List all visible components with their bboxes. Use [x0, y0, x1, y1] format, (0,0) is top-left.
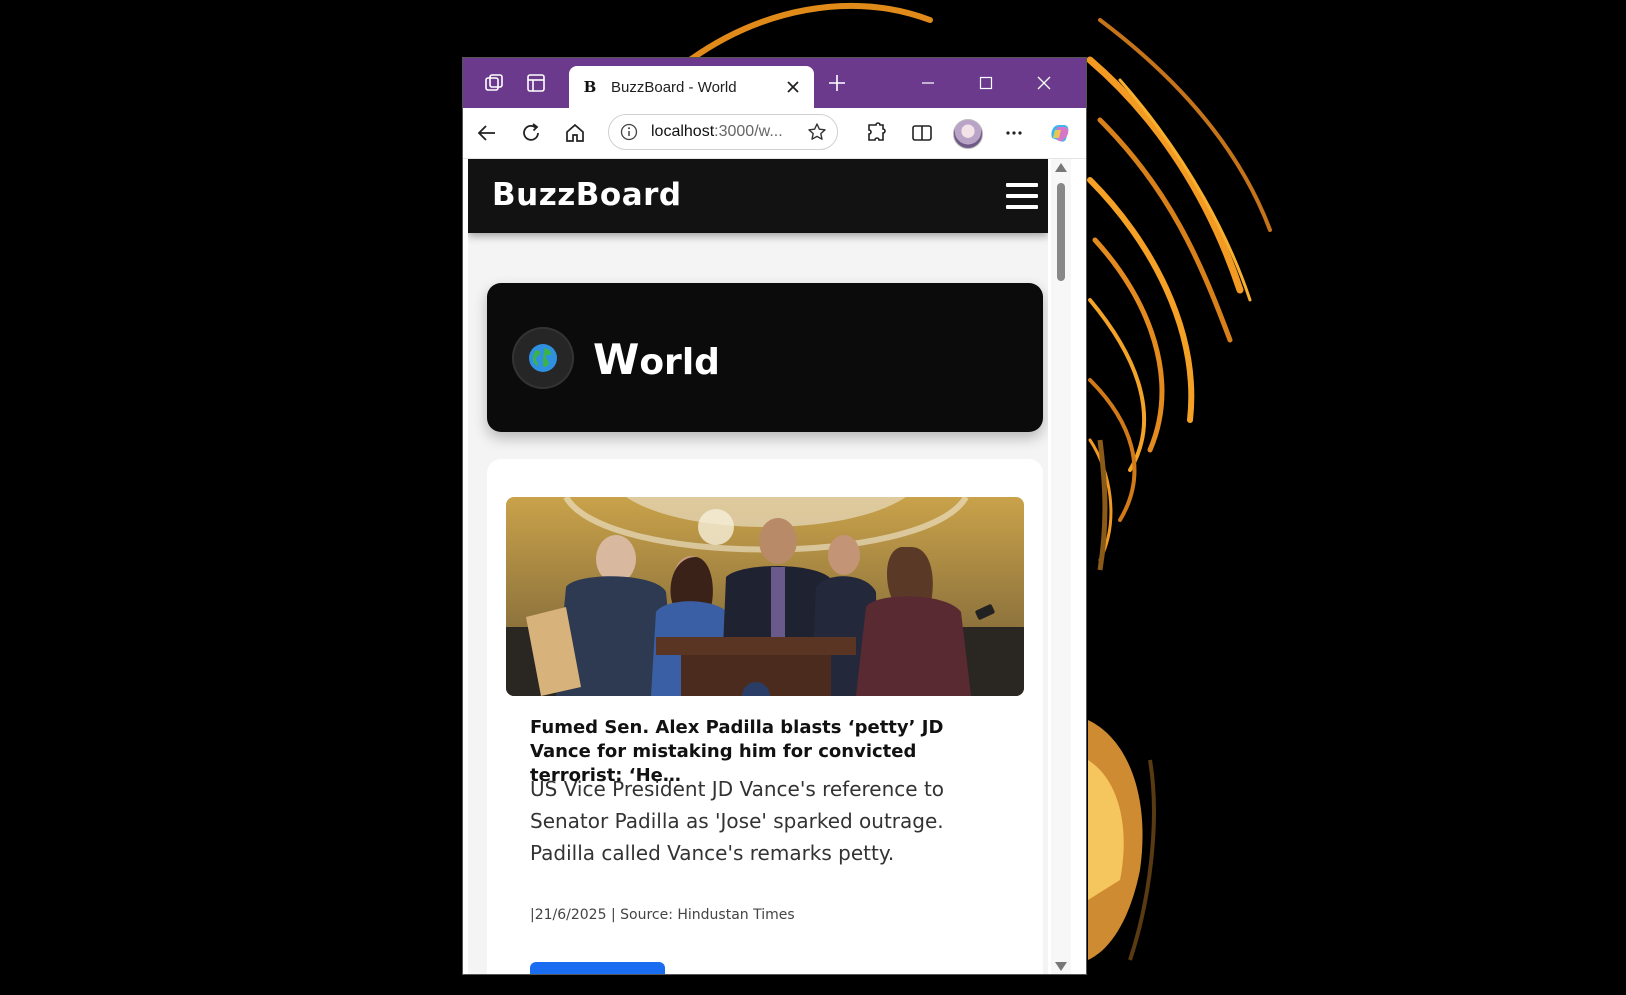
hamburger-menu-icon[interactable] [1006, 181, 1038, 211]
article-description: US Vice President JD Vance's reference t… [530, 777, 945, 865]
tab-active[interactable]: B BuzzBoard - World [569, 66, 814, 108]
scrollbar-thumb[interactable] [1057, 183, 1065, 281]
article-card[interactable]: Fumed Sen. Alex Padilla blasts ‘petty’ J… [487, 459, 1043, 974]
home-icon[interactable] [558, 116, 592, 150]
scroll-down-arrow-icon[interactable] [1055, 962, 1067, 971]
workspaces-icon[interactable] [475, 66, 513, 100]
article-image[interactable] [506, 497, 1024, 696]
article-meta: |21/6/2025 | Source: Hindustan Times [530, 907, 795, 923]
title-bar: B BuzzBoard - World [463, 58, 1086, 108]
section-header-card: World [487, 283, 1043, 432]
extensions-icon[interactable] [859, 116, 893, 150]
site-brand[interactable]: BuzzBoard [492, 177, 682, 213]
copilot-icon[interactable] [1043, 116, 1077, 150]
close-icon[interactable] [782, 76, 804, 98]
url-rest: :3000/w... [714, 123, 783, 140]
favicon: B [583, 78, 597, 96]
refresh-icon[interactable] [514, 116, 548, 150]
site-navbar: BuzzBoard [468, 159, 1048, 233]
browser-window: B BuzzBoard - World localhost:3000/w... … [462, 57, 1087, 975]
url-text: localhost:3000/w... [651, 123, 805, 141]
new-tab-icon[interactable] [818, 66, 856, 100]
star-icon[interactable] [805, 120, 829, 144]
minimize-icon[interactable] [905, 68, 951, 98]
scroll-up-arrow-icon[interactable] [1055, 163, 1067, 172]
address-bar[interactable]: localhost:3000/w... [608, 114, 838, 150]
split-screen-icon[interactable] [905, 116, 939, 150]
tab-title: BuzzBoard - World [611, 78, 737, 96]
back-icon[interactable] [470, 116, 504, 150]
read-more-button[interactable] [530, 962, 665, 974]
url-host: localhost [651, 123, 715, 140]
section-title-initial: W [593, 335, 640, 384]
globe-icon [512, 327, 574, 389]
more-icon[interactable] [997, 116, 1031, 150]
browser-toolbar: localhost:3000/w... [463, 108, 1086, 159]
window-close-icon[interactable] [1021, 68, 1067, 98]
section-title-rest: orld [639, 342, 720, 383]
section-title: World [593, 335, 720, 384]
tab-actions-icon[interactable] [517, 66, 555, 100]
info-icon[interactable] [619, 122, 639, 142]
profile-avatar[interactable] [953, 119, 983, 149]
page-scrollbar[interactable] [1051, 159, 1071, 974]
page-viewport: BuzzBoard World Fumed Sen. Alex Padilla … [468, 159, 1048, 974]
maximize-icon[interactable] [963, 68, 1009, 98]
